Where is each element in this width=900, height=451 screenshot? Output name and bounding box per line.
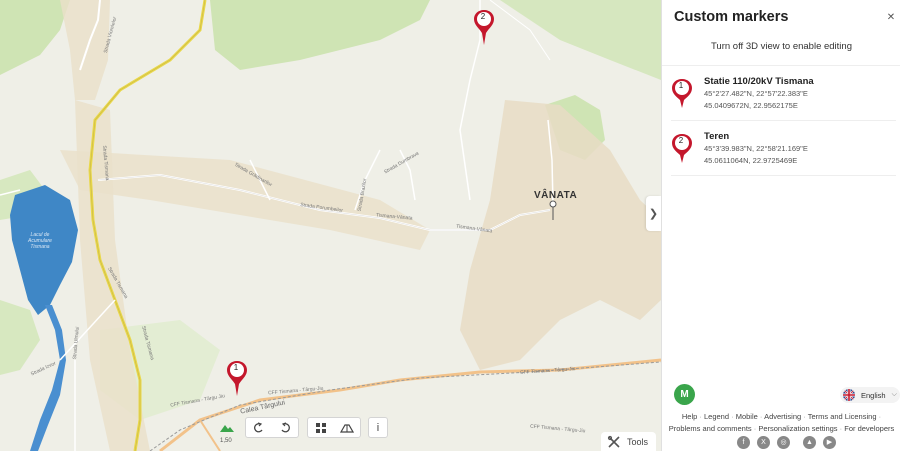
tools-button[interactable]: Tools [601, 432, 657, 451]
grid-view-button[interactable] [308, 418, 334, 438]
village-label: VÂNATA [534, 190, 578, 201]
lake-label: Lacul de Acumulare Tismana [28, 232, 52, 250]
footer-link[interactable]: Personalization settings [758, 424, 837, 433]
marker-list-item[interactable]: 2 Teren 45°3'39.983"N, 22°58'21.169"E 45… [671, 131, 896, 177]
footer-links-2: Problems and comments · Personalization … [668, 424, 895, 433]
x-icon[interactable]: X [757, 436, 770, 449]
tools-icon [607, 435, 620, 448]
rotate-right-button[interactable] [272, 418, 298, 438]
marker-name: Teren [704, 131, 730, 142]
language-label: English [861, 390, 886, 400]
marker-pin-icon: 2 [671, 133, 693, 163]
marker-number: 1 [678, 81, 684, 90]
facebook-icon[interactable]: f [737, 436, 750, 449]
edit-notice: Turn off 3D view to enable editing [710, 41, 852, 52]
marker-number: 2 [480, 12, 486, 21]
tilt-view-button[interactable] [334, 418, 360, 438]
footer-link[interactable]: Terms and Licensing [808, 412, 877, 421]
instagram-icon[interactable]: ◎ [777, 436, 790, 449]
map-marker-2[interactable]: 2 [473, 9, 495, 45]
divider [662, 65, 900, 66]
collapse-panel-button[interactable]: ❯ [646, 196, 661, 231]
info-button[interactable]: i [368, 417, 388, 438]
map-marker-1[interactable]: 1 [226, 360, 248, 396]
chevron-right-icon: ❯ [648, 208, 659, 220]
map-canvas[interactable]: VÂNATA Strada Viorelelor Strada Grădinar… [0, 0, 661, 451]
grid-icon [316, 422, 326, 433]
marker-decimal: 45.0409672N, 22.9562175E [704, 101, 798, 110]
footer-link[interactable]: For developers [844, 424, 894, 433]
marker-decimal: 45.0611064N, 22.9725469E [704, 156, 798, 165]
marker-pin-icon: 1 [671, 78, 693, 108]
rotate-controls [245, 417, 299, 438]
marker-dms: 45°2'27.482"N, 22°57'22.383"E [704, 89, 808, 98]
app-store-icon[interactable]: ▲ [803, 436, 816, 449]
marker-dms: 45°3'39.983"N, 22°58'21.169"E [704, 144, 808, 153]
rotate-left-button[interactable] [246, 418, 272, 438]
marker-name: Statie 110/20kV Tismana [704, 76, 814, 87]
avatar[interactable]: M [674, 384, 695, 405]
marker-number: 1 [233, 363, 239, 372]
terrain-icon [220, 424, 234, 432]
chevron-down-icon: ⌵ [891, 391, 897, 398]
footer-links-1: Help · Legend · Mobile · Advertising · T… [681, 412, 882, 421]
side-panel: Custom markers ✕ Turn off 3D view to ena… [661, 0, 900, 451]
view-controls [307, 417, 361, 438]
rotate-left-icon [254, 421, 263, 432]
terrain-button[interactable] [212, 417, 240, 438]
map-base-layer [0, 0, 661, 451]
footer-link[interactable]: Help [682, 412, 697, 421]
marker-number: 2 [678, 136, 684, 145]
footer-link[interactable]: Advertising [764, 412, 801, 421]
footer-link[interactable]: Mobile [736, 412, 758, 421]
uk-flag-icon [843, 389, 855, 401]
divider [671, 120, 896, 121]
rotate-right-icon [281, 421, 290, 432]
close-icon[interactable]: ✕ [884, 11, 898, 25]
footer-link[interactable]: Problems and comments [669, 424, 752, 433]
tilt-icon [340, 423, 354, 433]
info-icon: i [376, 421, 380, 434]
language-selector[interactable]: English ⌵ [840, 387, 900, 403]
panel-title: Custom markers [674, 9, 789, 25]
footer-link[interactable]: Legend [704, 412, 729, 421]
scale-label: 1,50 [220, 438, 232, 444]
divider [671, 175, 896, 176]
tools-label: Tools [627, 437, 649, 447]
google-play-icon[interactable]: ▶ [823, 436, 836, 449]
social-links: f X ◎ ▲ ▶ [737, 436, 843, 449]
marker-list-item[interactable]: 1 Statie 110/20kV Tismana 45°2'27.482"N,… [671, 76, 896, 122]
